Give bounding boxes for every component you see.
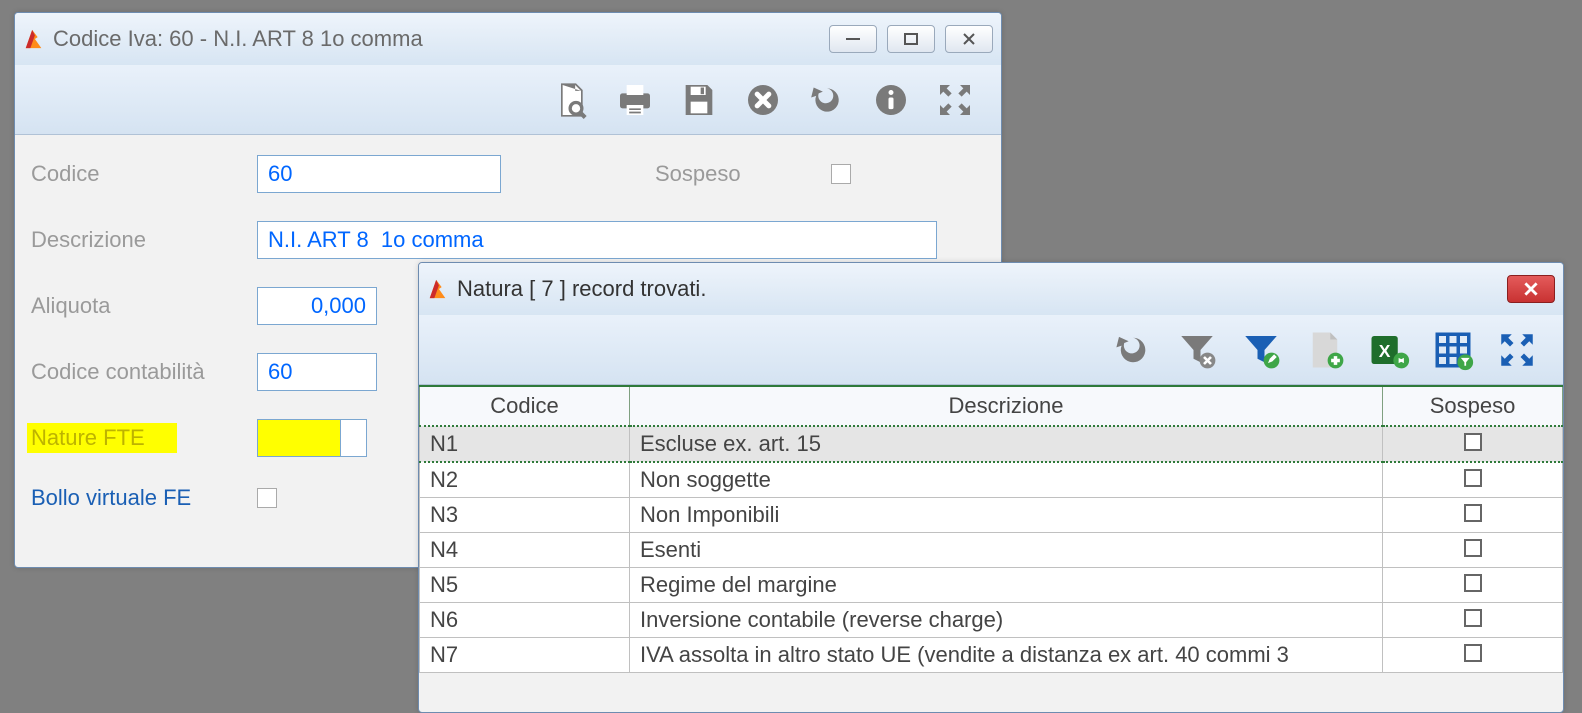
maximize-button[interactable] bbox=[887, 25, 935, 53]
col-sospeso[interactable]: Sospeso bbox=[1383, 386, 1563, 426]
sospeso-checkbox[interactable] bbox=[1464, 433, 1482, 451]
close-button[interactable] bbox=[945, 25, 993, 53]
print-icon[interactable] bbox=[613, 78, 657, 122]
sospeso-checkbox[interactable] bbox=[1464, 574, 1482, 592]
cell-sospeso bbox=[1383, 498, 1563, 533]
sospeso-checkbox[interactable] bbox=[1464, 539, 1482, 557]
descrizione-label: Descrizione bbox=[27, 227, 257, 253]
app-icon bbox=[427, 278, 449, 300]
natura-window-title: Natura [ 7 ] record trovati. bbox=[457, 276, 1507, 302]
cell-descrizione: Non Imponibili bbox=[630, 498, 1383, 533]
cell-descrizione: Inversione contabile (reverse charge) bbox=[630, 603, 1383, 638]
natura-close-button[interactable] bbox=[1507, 275, 1555, 303]
info-icon[interactable] bbox=[869, 78, 913, 122]
main-toolbar bbox=[15, 65, 1001, 135]
fullscreen-icon[interactable] bbox=[1495, 328, 1539, 372]
codice-label: Codice bbox=[27, 161, 257, 187]
table-row[interactable]: N1Escluse ex. art. 15 bbox=[420, 426, 1563, 462]
sospeso-checkbox[interactable] bbox=[1464, 469, 1482, 487]
sospeso-label: Sospeso bbox=[651, 161, 831, 187]
document-search-icon[interactable] bbox=[549, 78, 593, 122]
minimize-button[interactable] bbox=[829, 25, 877, 53]
natura-window: Natura [ 7 ] record trovati. X bbox=[418, 262, 1564, 713]
sospeso-checkbox[interactable] bbox=[831, 164, 851, 184]
nature-fte-lookup-button[interactable] bbox=[341, 419, 367, 457]
sospeso-checkbox[interactable] bbox=[1464, 644, 1482, 662]
codice-input[interactable] bbox=[257, 155, 501, 193]
cell-codice: N5 bbox=[420, 568, 630, 603]
cell-descrizione: Escluse ex. art. 15 bbox=[630, 426, 1383, 462]
edit-filter-icon[interactable] bbox=[1239, 328, 1283, 372]
natura-table: Codice Descrizione Sospeso N1Escluse ex.… bbox=[419, 385, 1563, 673]
aliquota-input[interactable] bbox=[257, 287, 377, 325]
table-row[interactable]: N4Esenti bbox=[420, 533, 1563, 568]
col-codice[interactable]: Codice bbox=[420, 386, 630, 426]
titlebar[interactable]: Codice Iva: 60 - N.I. ART 8 1o comma bbox=[15, 13, 1001, 65]
undo-icon[interactable] bbox=[1111, 328, 1155, 372]
table-row[interactable]: N6Inversione contabile (reverse charge) bbox=[420, 603, 1563, 638]
app-icon bbox=[23, 28, 45, 50]
descrizione-input[interactable] bbox=[257, 221, 937, 259]
table-row[interactable]: N3Non Imponibili bbox=[420, 498, 1563, 533]
bollo-virtuale-checkbox[interactable] bbox=[257, 488, 277, 508]
export-excel-icon[interactable]: X bbox=[1367, 328, 1411, 372]
cell-sospeso bbox=[1383, 603, 1563, 638]
cell-descrizione: Non soggette bbox=[630, 462, 1383, 498]
table-row[interactable]: N5Regime del margine bbox=[420, 568, 1563, 603]
cell-descrizione: IVA assolta in altro stato UE (vendite a… bbox=[630, 638, 1383, 673]
cell-sospeso bbox=[1383, 462, 1563, 498]
grid-filter-icon[interactable] bbox=[1431, 328, 1475, 372]
cell-codice: N3 bbox=[420, 498, 630, 533]
bollo-virtuale-label: Bollo virtuale FE bbox=[27, 485, 257, 511]
new-document-icon[interactable] bbox=[1303, 328, 1347, 372]
window-title: Codice Iva: 60 - N.I. ART 8 1o comma bbox=[53, 26, 829, 52]
table-row[interactable]: N7IVA assolta in altro stato UE (vendite… bbox=[420, 638, 1563, 673]
cell-descrizione: Regime del margine bbox=[630, 568, 1383, 603]
aliquota-label: Aliquota bbox=[27, 293, 257, 319]
svg-text:X: X bbox=[1379, 341, 1391, 361]
nature-fte-input[interactable] bbox=[257, 419, 341, 457]
save-icon[interactable] bbox=[677, 78, 721, 122]
nature-fte-label: Nature FTE bbox=[27, 423, 177, 453]
cell-codice: N7 bbox=[420, 638, 630, 673]
cell-codice: N2 bbox=[420, 462, 630, 498]
sospeso-checkbox[interactable] bbox=[1464, 609, 1482, 627]
cell-codice: N6 bbox=[420, 603, 630, 638]
cancel-icon[interactable] bbox=[741, 78, 785, 122]
codice-contabilita-label: Codice contabilità bbox=[27, 359, 257, 385]
cell-sospeso bbox=[1383, 426, 1563, 462]
cell-codice: N4 bbox=[420, 533, 630, 568]
cell-codice: N1 bbox=[420, 426, 630, 462]
codice-contabilita-input[interactable] bbox=[257, 353, 377, 391]
natura-titlebar[interactable]: Natura [ 7 ] record trovati. bbox=[419, 263, 1563, 315]
cell-sospeso bbox=[1383, 638, 1563, 673]
fullscreen-icon[interactable] bbox=[933, 78, 977, 122]
cell-sospeso bbox=[1383, 533, 1563, 568]
clear-filter-icon[interactable] bbox=[1175, 328, 1219, 372]
table-row[interactable]: N2Non soggette bbox=[420, 462, 1563, 498]
sospeso-checkbox[interactable] bbox=[1464, 504, 1482, 522]
natura-toolbar: X bbox=[419, 315, 1563, 385]
natura-body: Codice Descrizione Sospeso N1Escluse ex.… bbox=[419, 385, 1563, 673]
undo-icon[interactable] bbox=[805, 78, 849, 122]
cell-descrizione: Esenti bbox=[630, 533, 1383, 568]
col-descrizione[interactable]: Descrizione bbox=[630, 386, 1383, 426]
cell-sospeso bbox=[1383, 568, 1563, 603]
